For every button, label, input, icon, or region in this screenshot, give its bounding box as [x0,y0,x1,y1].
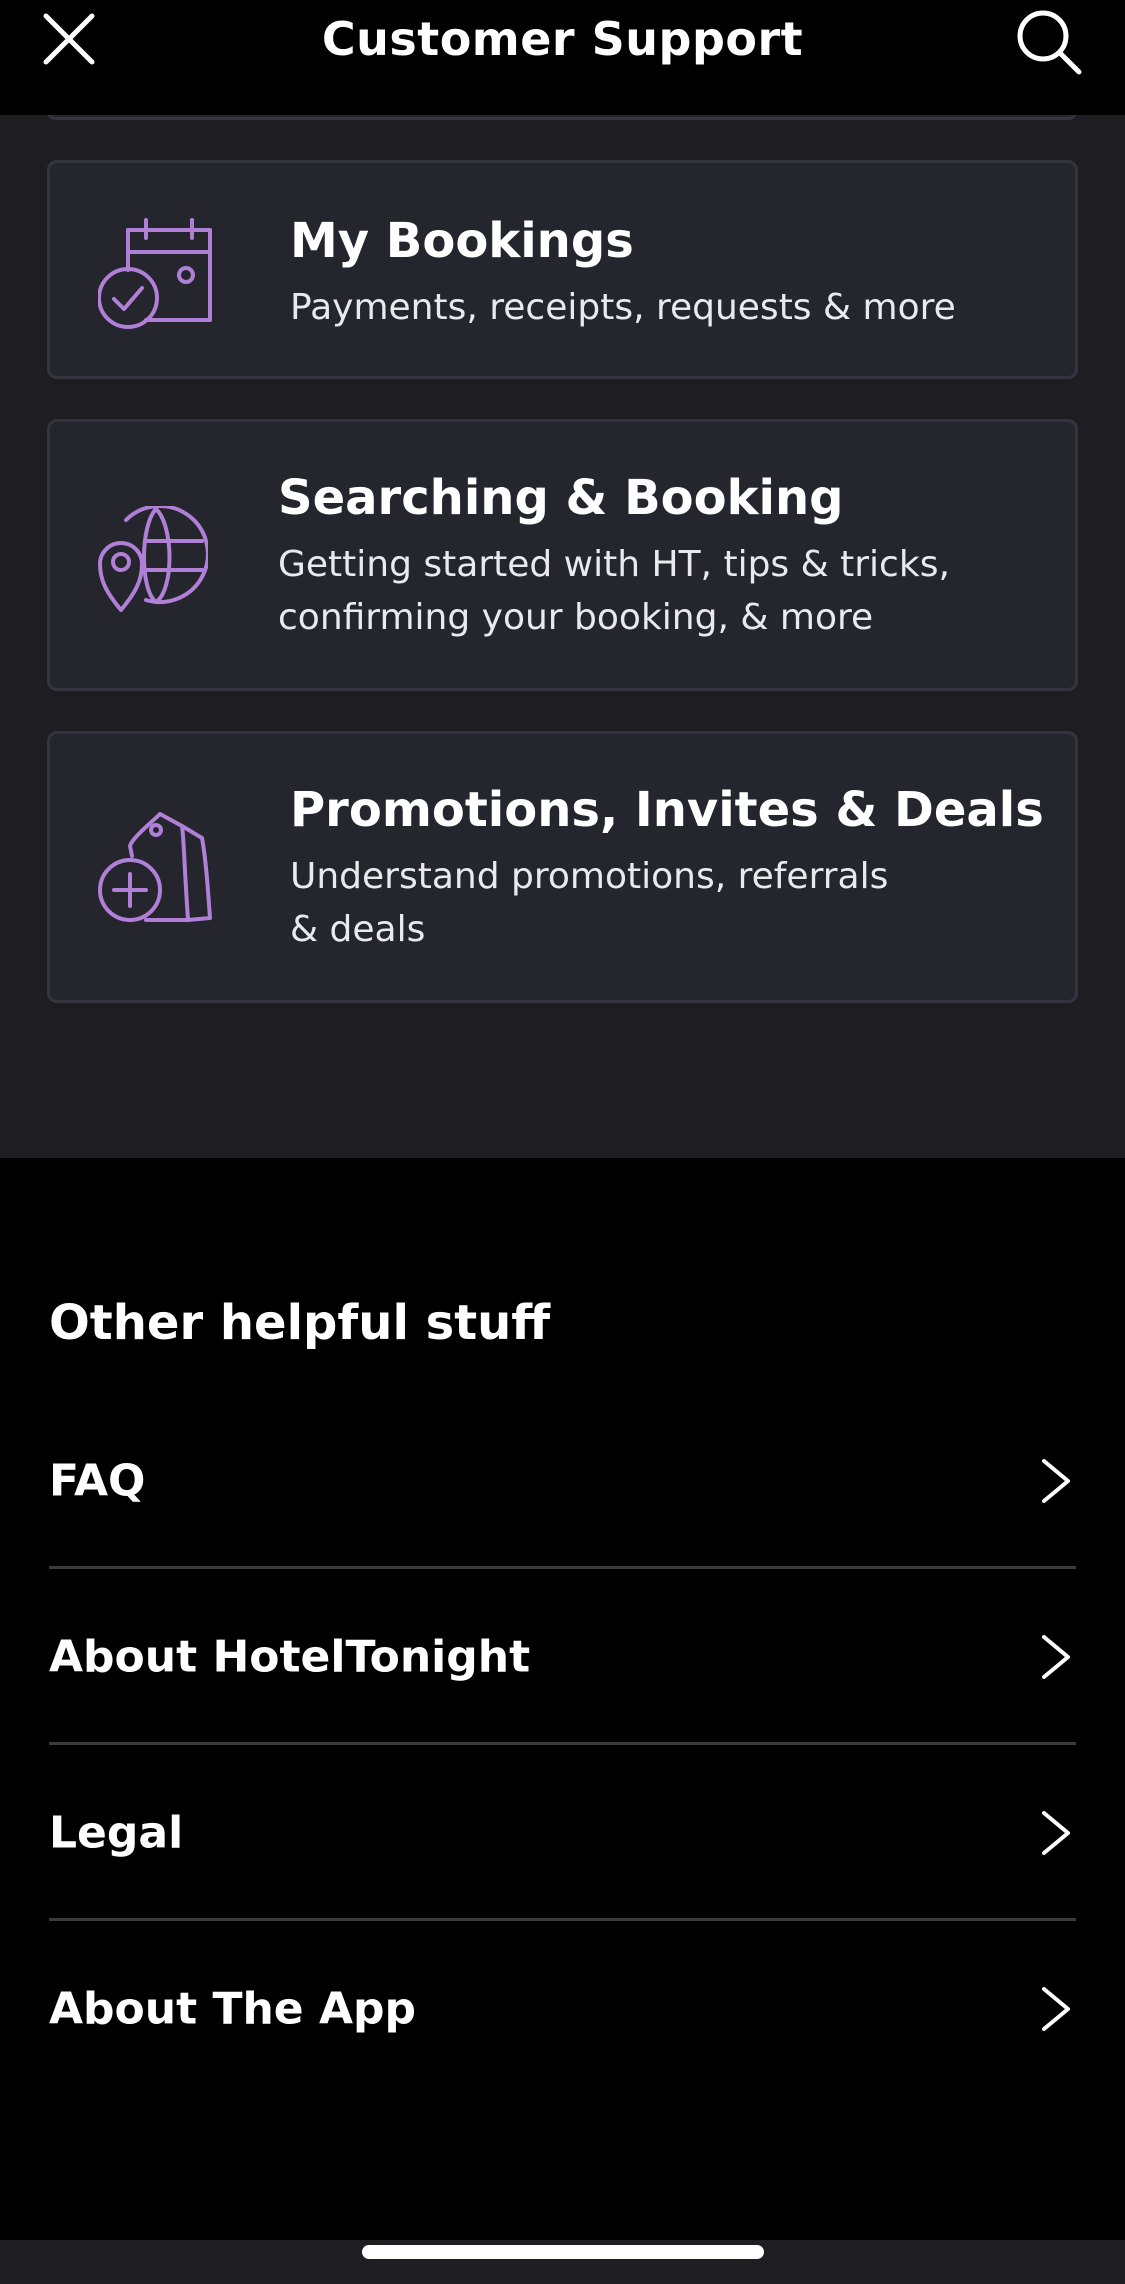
list-item-about-hoteltonight[interactable]: About HotelTonight [49,1569,1076,1745]
card-description: Payments, receipts, requests & more [290,287,956,328]
list-item-label: FAQ [49,1455,146,1507]
card-title: Promotions, Invites & Deals [290,782,1044,838]
calendar-check-icon [98,218,212,329]
list-item-label: About The App [49,1983,416,2035]
list-item-about-the-app[interactable]: About The App [49,1921,1076,2097]
list-item-faq[interactable]: FAQ [49,1393,1076,1569]
list-item-label: About HotelTonight [49,1631,531,1683]
chevron-right-icon [1042,1811,1070,1855]
home-indicator[interactable] [362,2245,764,2259]
top-bar: Customer Support [0,0,1125,115]
globe-pin-icon [98,506,208,612]
chevron-right-icon [1042,1987,1070,2031]
page-title: Customer Support [321,12,804,66]
search-icon[interactable] [1015,8,1083,76]
card-description: Getting started with HT, tips & tricks, … [278,544,950,638]
chevron-right-icon [1042,1635,1070,1679]
section-heading: Other helpful stuff [49,1295,551,1351]
card-promotions[interactable]: Promotions, Invites & Deals Understand p… [47,731,1078,1003]
card-title: My Bookings [290,213,634,269]
chevron-right-icon [1042,1459,1070,1503]
list-item-label: Legal [49,1807,184,1859]
card-searching-booking[interactable]: Searching & Booking Getting started with… [47,419,1078,691]
card-description: Understand promotions, referrals & deals [290,856,889,950]
tag-plus-icon [98,812,212,922]
list-item-legal[interactable]: Legal [49,1745,1076,1921]
help-topics-section: My Bookings Payments, receipts, requests… [0,0,1125,1158]
card-title: Searching & Booking [278,470,844,526]
card-my-bookings[interactable]: My Bookings Payments, receipts, requests… [47,160,1078,379]
